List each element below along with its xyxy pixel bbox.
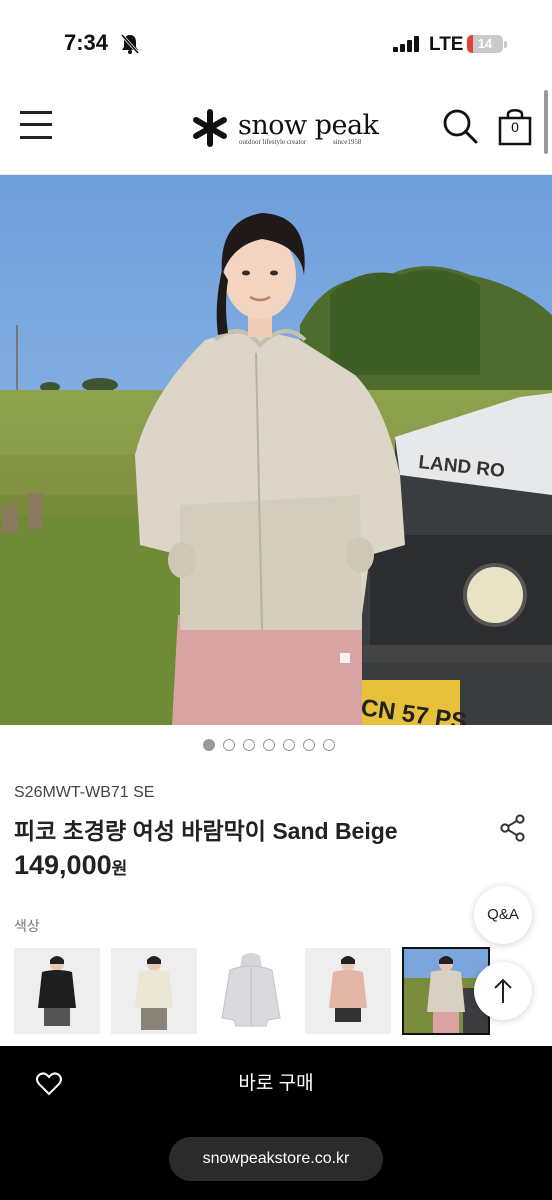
heart-wishlist-icon[interactable]	[36, 1072, 62, 1096]
status-time: 7:34	[64, 30, 109, 55]
image-pagination	[203, 739, 335, 753]
snowflake-logo-icon[interactable]	[190, 108, 230, 148]
share-icon[interactable]	[500, 814, 526, 842]
pink-jacket-thumbnail	[329, 956, 367, 1022]
silent-bell-icon	[120, 34, 140, 54]
qa-button[interactable]: Q&A	[474, 886, 532, 944]
color-label: 색상	[14, 918, 40, 934]
product-hero-image[interactable]: LAND RO CN 57 PS	[0, 175, 552, 725]
price-unit: 원	[111, 859, 128, 878]
signal-icon	[393, 36, 419, 52]
color-option-black[interactable]	[14, 948, 100, 1034]
ivory-jacket-thumbnail	[135, 956, 173, 1030]
pagination-dot[interactable]	[303, 739, 315, 751]
color-option-ivory[interactable]	[111, 948, 197, 1034]
network-type: LTE	[429, 34, 464, 55]
cart-count: 0	[511, 119, 519, 135]
browser-url-pill[interactable]: snowpeakstore.co.kr	[169, 1137, 383, 1181]
color-option-pink[interactable]	[305, 948, 391, 1034]
black-jacket-thumbnail	[38, 956, 76, 1026]
hamburger-menu-icon[interactable]	[20, 111, 52, 139]
scroll-to-top-button[interactable]	[474, 962, 532, 1020]
grey-jacket-thumbnail	[221, 953, 281, 1027]
product-title: 피코 초경량 여성 바람막이 Sand Beige	[14, 818, 398, 844]
pagination-dot[interactable]	[223, 739, 235, 751]
battery-icon: 14	[467, 35, 503, 53]
scrollbar[interactable]	[544, 90, 548, 154]
logo-wordmark[interactable]: snow peak	[238, 110, 379, 141]
color-option-grey[interactable]	[208, 948, 294, 1034]
buy-now-button[interactable]: 바로 구매	[100, 1062, 452, 1106]
product-sku: S26MWT-WB71 SE	[14, 784, 155, 801]
pagination-dot[interactable]	[203, 739, 215, 751]
logo-since: since1958	[333, 138, 362, 146]
price-value: 149,000	[14, 850, 112, 880]
arrow-up-icon	[494, 978, 512, 1003]
pagination-dot[interactable]	[283, 739, 295, 751]
pagination-dot[interactable]	[323, 739, 335, 751]
logo-tagline: outdoor lifestyle creator	[239, 138, 307, 146]
pagination-dot[interactable]	[243, 739, 255, 751]
pagination-dot[interactable]	[263, 739, 275, 751]
search-icon[interactable]	[442, 108, 478, 144]
product-price: 149,000원	[14, 850, 127, 881]
battery-level: 14	[477, 36, 493, 51]
